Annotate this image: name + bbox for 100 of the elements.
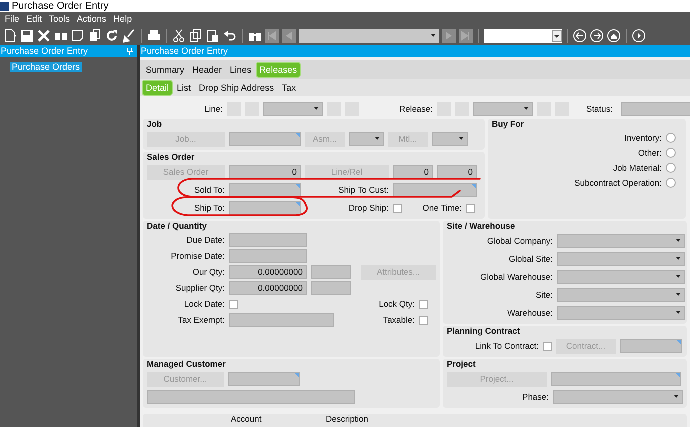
text-field[interactable]: 0 xyxy=(437,165,477,179)
search-field[interactable] xyxy=(484,28,562,42)
radio-button[interactable] xyxy=(666,162,676,172)
text-field[interactable] xyxy=(229,201,301,215)
field-label: Drop Ship: xyxy=(348,203,389,213)
print-icon[interactable] xyxy=(147,28,161,42)
section-title: Date / Quantity xyxy=(147,222,208,231)
documents-icon[interactable] xyxy=(88,28,102,42)
tab[interactable]: Tax xyxy=(279,80,300,94)
dropdown-field[interactable] xyxy=(473,102,533,116)
caret-icon[interactable] xyxy=(676,257,681,260)
record-dropdown[interactable] xyxy=(299,28,439,42)
caret-icon[interactable] xyxy=(375,137,380,140)
checkbox[interactable] xyxy=(466,204,475,212)
text-field[interactable] xyxy=(620,339,682,353)
text-field[interactable] xyxy=(311,281,351,295)
field-label: Global Site: xyxy=(509,254,553,264)
text-field[interactable] xyxy=(229,132,301,146)
caret-icon[interactable] xyxy=(459,137,464,140)
text-field[interactable] xyxy=(311,265,351,279)
play-icon[interactable] xyxy=(632,28,646,42)
menu-item[interactable]: Edit xyxy=(26,14,42,24)
scissors-icon[interactable] xyxy=(172,28,186,42)
caret-icon[interactable] xyxy=(676,275,681,278)
caret-icon[interactable] xyxy=(314,107,319,110)
text-field[interactable]: 0.00000000 xyxy=(229,265,307,279)
dropdown-field[interactable] xyxy=(553,390,683,404)
paste-icon[interactable] xyxy=(206,28,220,42)
tab[interactable]: Summary xyxy=(143,62,188,76)
caret-icon[interactable] xyxy=(676,239,681,242)
field-label: Status: xyxy=(586,104,613,114)
dropdown-icon[interactable] xyxy=(552,30,562,42)
text-field[interactable] xyxy=(229,183,301,197)
undo-icon[interactable] xyxy=(223,28,237,42)
caret-icon[interactable] xyxy=(676,293,681,296)
radio-button[interactable] xyxy=(666,148,676,158)
dropdown-field[interactable] xyxy=(557,270,685,284)
back-icon[interactable] xyxy=(573,28,587,42)
save-icon[interactable] xyxy=(20,28,34,42)
pin-icon[interactable] xyxy=(127,48,133,54)
text-field[interactable] xyxy=(551,372,681,386)
column-header: Account xyxy=(231,414,263,424)
dropdown-field[interactable] xyxy=(349,132,384,146)
caret-icon[interactable] xyxy=(431,34,436,37)
field-label: Our Qty: xyxy=(192,267,225,277)
radio-button[interactable] xyxy=(666,132,676,142)
menu-item[interactable]: Actions xyxy=(77,14,107,24)
refresh-icon[interactable] xyxy=(105,28,119,42)
field-label: Global Company: xyxy=(487,236,553,246)
section-title: Managed Customer xyxy=(147,360,227,369)
field-label: Global Warehouse: xyxy=(480,272,553,282)
text-field[interactable] xyxy=(229,249,307,263)
field-label: Lock Date: xyxy=(184,299,225,309)
tab[interactable]: Lines xyxy=(227,62,255,76)
text-field[interactable] xyxy=(229,233,307,247)
menu-item[interactable]: Tools xyxy=(49,14,70,24)
field-label: Taxable: xyxy=(383,315,415,325)
text-field[interactable]: 0 xyxy=(229,165,301,179)
checkbox[interactable] xyxy=(419,300,428,308)
dropdown-field[interactable] xyxy=(557,306,685,320)
home-icon[interactable] xyxy=(607,28,621,42)
panel-title: Purchase Order Entry xyxy=(1,46,88,56)
tab[interactable]: List xyxy=(174,80,194,94)
field-label: Due Date: xyxy=(186,235,225,245)
field-label: Warehouse: xyxy=(507,308,553,318)
dropdown-field[interactable] xyxy=(557,234,685,248)
text-field[interactable] xyxy=(147,390,355,404)
field-label: Subcontract Operation: xyxy=(574,178,662,188)
forward-icon[interactable] xyxy=(590,28,604,42)
checkbox[interactable] xyxy=(229,300,238,308)
text-field[interactable] xyxy=(229,313,334,327)
text-field[interactable]: 0 xyxy=(393,165,433,179)
copy-icon[interactable] xyxy=(189,28,203,42)
caret-icon[interactable] xyxy=(524,107,529,110)
window-title: Purchase Order Entry xyxy=(12,0,109,12)
dropdown-field[interactable] xyxy=(557,252,685,266)
checkbox[interactable] xyxy=(543,342,552,350)
text-field[interactable]: 0.00000000 xyxy=(229,281,307,295)
field-label: Lock Qty: xyxy=(379,299,415,309)
checkbox[interactable] xyxy=(393,204,402,212)
field-label: Ship To Cust: xyxy=(338,185,389,195)
caret-icon[interactable] xyxy=(676,311,681,314)
tab[interactable]: Header xyxy=(190,62,226,76)
menu-item[interactable]: Help xyxy=(114,14,132,24)
menu-item[interactable]: File xyxy=(5,14,20,24)
note-icon[interactable] xyxy=(71,28,85,42)
app-icon xyxy=(0,2,9,10)
new-icon[interactable] xyxy=(3,28,17,42)
tab[interactable]: Drop Ship Address xyxy=(196,80,278,94)
text-field[interactable] xyxy=(228,372,300,386)
checkbox[interactable] xyxy=(419,316,428,324)
caret-icon[interactable] xyxy=(674,395,679,398)
text-field[interactable] xyxy=(621,102,690,116)
text-field[interactable] xyxy=(393,183,477,197)
radio-button[interactable] xyxy=(666,178,676,188)
delete-icon[interactable] xyxy=(37,28,51,42)
dropdown-field[interactable] xyxy=(432,132,468,146)
field-label: Inventory: xyxy=(624,132,662,142)
dropdown-field[interactable] xyxy=(263,102,323,116)
dropdown-field[interactable] xyxy=(557,288,685,302)
